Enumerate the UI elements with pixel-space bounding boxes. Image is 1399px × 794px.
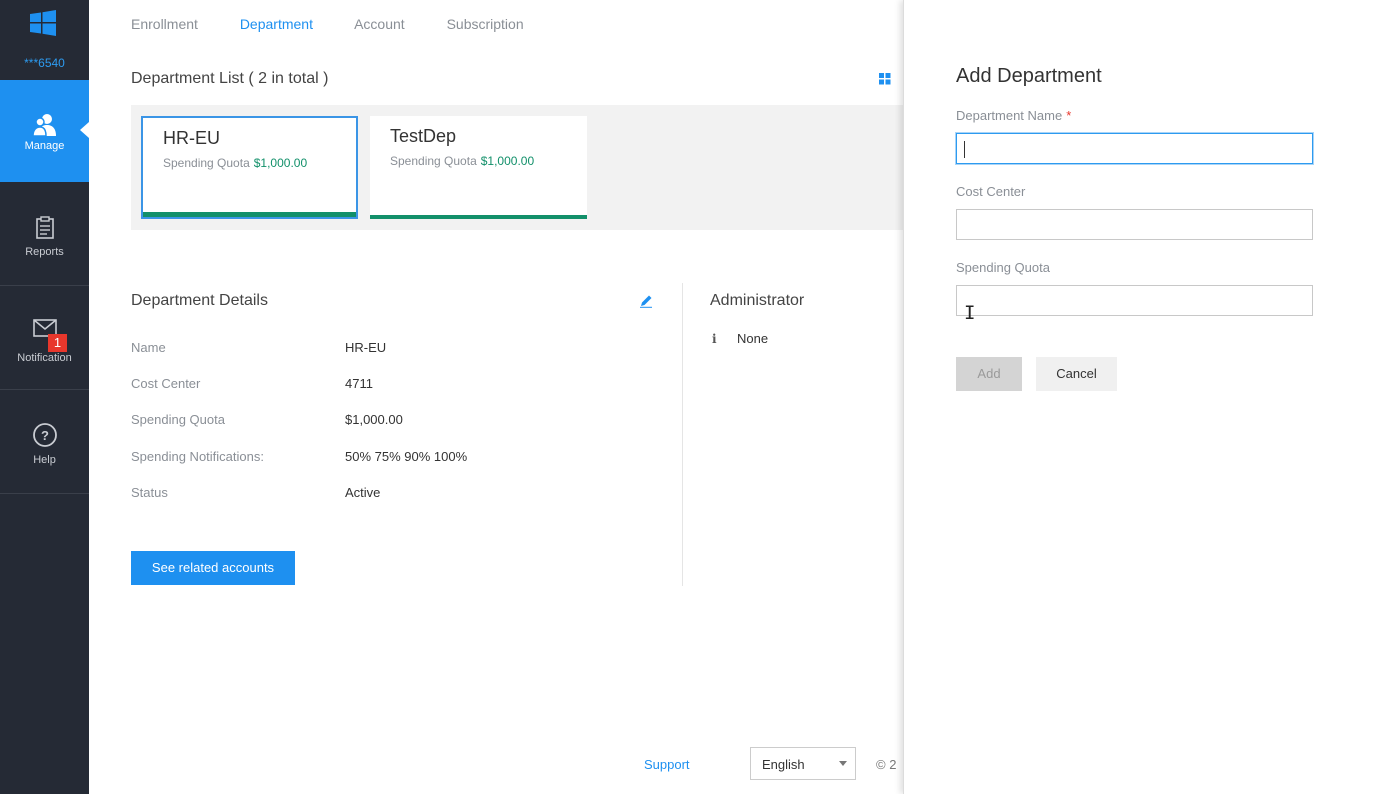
cost-center-input[interactable] xyxy=(956,209,1313,240)
detail-label-status: Status xyxy=(131,485,168,500)
quota-value: $1,000.00 xyxy=(253,156,308,170)
chevron-down-icon xyxy=(839,761,847,766)
sidebar-item-notification[interactable]: Notification xyxy=(0,286,89,390)
department-name-input[interactable] xyxy=(956,133,1313,164)
quota-value: $1,000.00 xyxy=(480,154,535,168)
card-quota: Spending Quota $1,000.00 xyxy=(163,156,307,170)
card-accent-bar xyxy=(143,212,356,217)
detail-label-name: Name xyxy=(131,340,166,355)
top-tabs: Enrollment Department Account Subscripti… xyxy=(131,16,562,32)
sidebar-item-label: Notification xyxy=(17,352,72,364)
detail-value-name: HR-EU xyxy=(345,340,387,355)
cancel-button[interactable]: Cancel xyxy=(1036,357,1117,391)
windows-logo-icon[interactable] xyxy=(30,10,56,36)
detail-label-cost-center: Cost Center xyxy=(131,376,201,391)
detail-value-notifications: 50% 75% 90% 100% xyxy=(345,449,468,464)
detail-label-notifications: Spending Notifications: xyxy=(131,449,264,464)
administrator-value: None xyxy=(737,331,769,346)
department-cards: HR-EU Spending Quota $1,000.00 TestDep Sp… xyxy=(131,105,904,230)
column-divider xyxy=(682,283,683,586)
card-name: TestDep xyxy=(390,126,457,146)
detail-value-spending-quota: $1,000.00 xyxy=(345,412,403,427)
quota-label: Spending Quota xyxy=(163,156,250,170)
see-related-accounts-button[interactable]: See related accounts xyxy=(131,551,295,585)
svg-text:?: ? xyxy=(41,428,49,443)
text-cursor-icon: I xyxy=(964,302,976,324)
department-list-title: Department List ( 2 in total ) xyxy=(131,70,329,87)
detail-value-cost-center: 4711 xyxy=(345,376,373,391)
detail-label-spending-quota: Spending Quota xyxy=(131,412,225,427)
tab-subscription[interactable]: Subscription xyxy=(447,16,524,32)
detail-value-status: Active xyxy=(345,485,381,500)
text-caret xyxy=(964,141,965,158)
sidebar-item-manage[interactable]: Manage xyxy=(0,80,89,182)
language-value: English xyxy=(762,757,805,772)
users-icon xyxy=(31,114,56,137)
account-id[interactable]: ***6540 xyxy=(0,56,89,70)
card-accent-bar xyxy=(370,215,587,219)
tab-department[interactable]: Department xyxy=(240,16,313,32)
department-name-label: Department Name * xyxy=(956,108,1071,123)
field-label-text: Department Name xyxy=(956,108,1063,123)
quota-label: Spending Quota xyxy=(390,154,477,168)
support-link[interactable]: Support xyxy=(644,757,690,772)
sidebar-item-reports[interactable]: Reports xyxy=(0,182,89,286)
language-select[interactable]: English xyxy=(750,747,856,780)
sidebar-item-label: Manage xyxy=(24,140,65,152)
main-content: Enrollment Department Account Subscripti… xyxy=(89,0,904,794)
department-card-hr-eu[interactable]: HR-EU Spending Quota $1,000.00 xyxy=(141,116,358,219)
sidebar-item-label: Help xyxy=(33,454,56,466)
notification-badge: 1 xyxy=(48,334,67,352)
card-quota: Spending Quota $1,000.00 xyxy=(390,154,534,168)
sidebar: ***6540 Manage Reports Notification 1 ? … xyxy=(0,0,89,794)
tab-enrollment[interactable]: Enrollment xyxy=(131,16,198,32)
required-marker: * xyxy=(1066,108,1072,123)
card-name: HR-EU xyxy=(163,128,220,148)
administrator-title: Administrator xyxy=(710,292,805,309)
sidebar-item-label: Reports xyxy=(25,246,64,258)
add-button[interactable]: Add xyxy=(956,357,1022,391)
clipboard-icon xyxy=(35,216,54,239)
department-details-title: Department Details xyxy=(131,292,268,309)
spending-quota-input[interactable] xyxy=(956,285,1313,316)
help-icon: ? xyxy=(32,423,57,447)
panel-title: Add Department xyxy=(956,65,1102,87)
sidebar-item-help[interactable]: ? Help xyxy=(0,390,89,494)
edit-icon[interactable] xyxy=(639,294,653,308)
tab-account[interactable]: Account xyxy=(354,16,405,32)
add-department-panel: Add Department Department Name * Cost Cen… xyxy=(903,0,1399,794)
info-icon: i xyxy=(712,332,717,346)
department-card-testdep[interactable]: TestDep Spending Quota $1,000.00 xyxy=(370,116,587,219)
grid-view-icon[interactable] xyxy=(879,73,891,85)
spending-quota-label: Spending Quota xyxy=(956,260,1050,275)
cost-center-label: Cost Center xyxy=(956,184,1026,199)
copyright-text: © 2 xyxy=(876,757,897,772)
